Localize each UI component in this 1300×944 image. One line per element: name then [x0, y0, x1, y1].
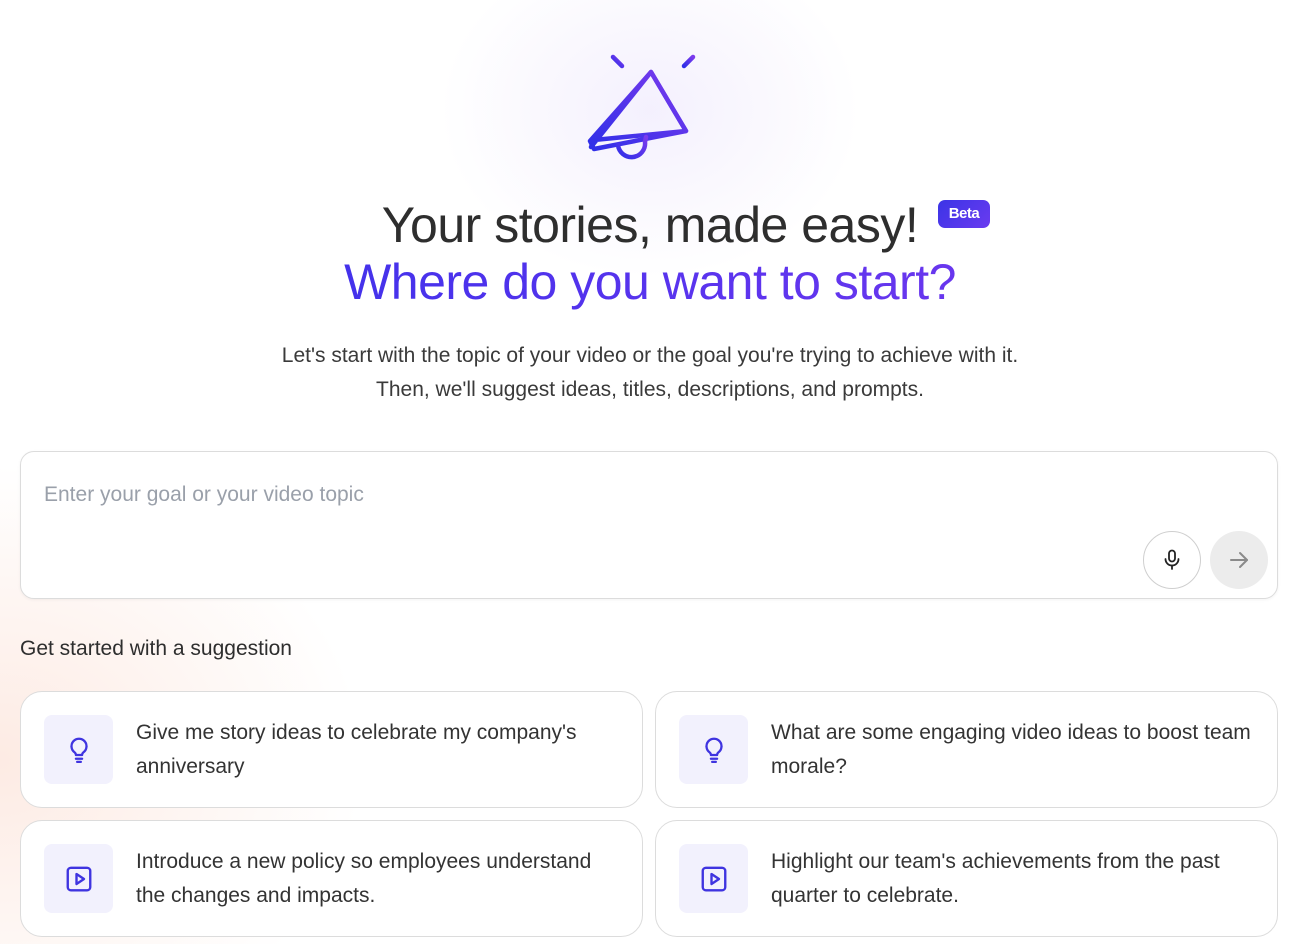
goal-topic-input[interactable]	[44, 478, 1144, 512]
hero-headline: Your stories, made easy! Beta Where do y…	[0, 196, 1300, 310]
suggestion-text: What are some engaging video ideas to bo…	[771, 721, 1251, 778]
intro-line-2: Then, we'll suggest ideas, titles, descr…	[376, 378, 924, 401]
page-title-wrap: Your stories, made easy! Beta	[381, 196, 991, 254]
lightbulb-icon	[679, 715, 748, 784]
suggestions-heading: Get started with a suggestion	[20, 637, 292, 660]
suggestion-card[interactable]: Highlight our team's achievements from t…	[655, 820, 1278, 937]
suggestion-text: Introduce a new policy so employees unde…	[136, 850, 592, 907]
suggestion-card[interactable]: Give me story ideas to celebrate my comp…	[20, 691, 643, 808]
suggestion-text: Give me story ideas to celebrate my comp…	[136, 721, 577, 778]
play-icon	[679, 844, 748, 913]
microphone-button[interactable]	[1143, 531, 1201, 589]
beta-badge: Beta	[937, 200, 991, 228]
page-title: Your stories, made easy!	[381, 197, 919, 253]
suggestion-text: Highlight our team's achievements from t…	[771, 850, 1220, 907]
intro-text: Let's start with the topic of your video…	[0, 339, 1300, 407]
microphone-icon	[1164, 549, 1180, 570]
prompt-box	[20, 451, 1278, 599]
megaphone-icon	[580, 30, 720, 170]
play-icon	[44, 844, 113, 913]
page-subtitle: Where do you want to start?	[0, 254, 1300, 310]
send-button[interactable]	[1210, 531, 1268, 589]
lightbulb-icon	[44, 715, 113, 784]
suggestion-card[interactable]: Introduce a new policy so employees unde…	[20, 820, 643, 937]
intro-line-1: Let's start with the topic of your video…	[281, 344, 1019, 367]
arrow-right-icon	[1230, 552, 1248, 568]
suggestion-card[interactable]: What are some engaging video ideas to bo…	[655, 691, 1278, 808]
